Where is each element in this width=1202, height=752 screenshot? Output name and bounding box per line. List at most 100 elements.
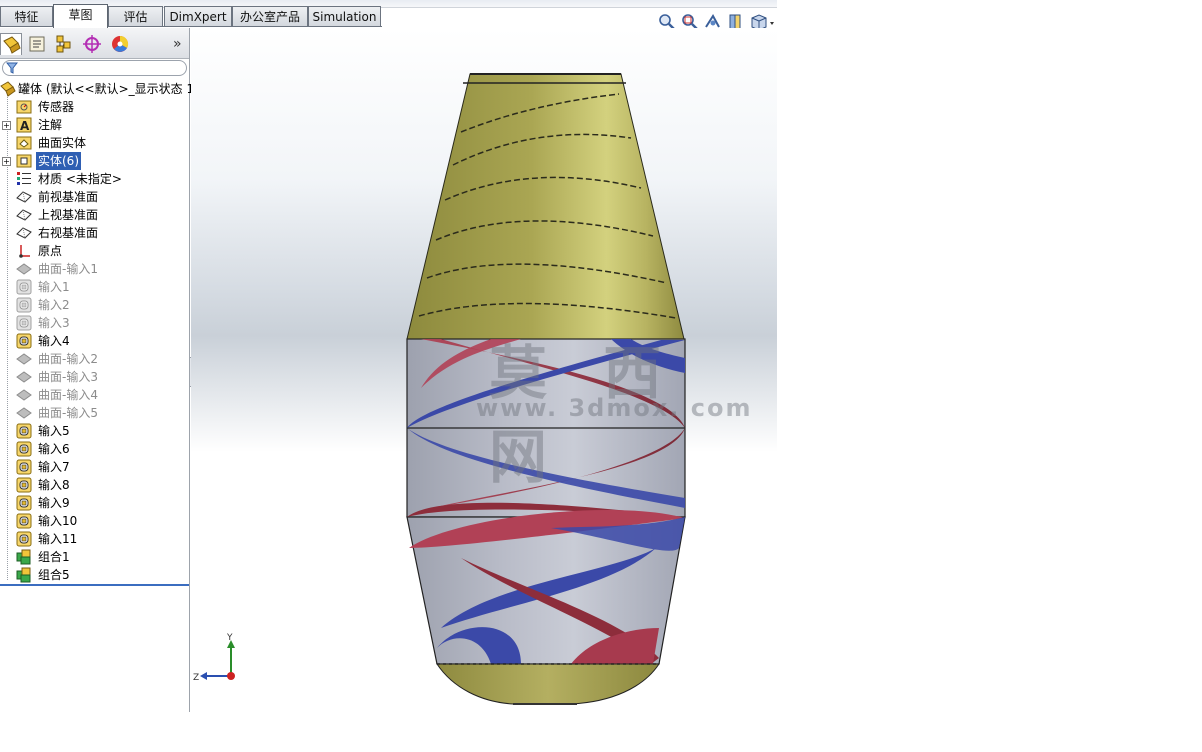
expand-toggle[interactable]: +: [2, 157, 11, 166]
tab-5[interactable]: 办公室产品: [232, 6, 308, 26]
tree-item-label: 组合5: [38, 568, 70, 582]
dimxpert-manager-icon[interactable]: [81, 33, 103, 55]
tree-item[interactable]: 右视基准面: [0, 224, 189, 242]
tree-item-label: 输入2: [38, 298, 70, 312]
triad-z-label: Z: [193, 673, 199, 683]
panel-more-button[interactable]: »: [173, 36, 182, 52]
tree-item[interactable]: 传感器: [0, 98, 189, 116]
tree-item[interactable]: 罐体 (默认<<默认>_显示状态 1: [0, 80, 194, 98]
tree-item[interactable]: 输入8: [0, 476, 189, 494]
combine-feature-icon: [16, 549, 32, 565]
surface-body-folder-icon: [16, 135, 32, 151]
tree-item[interactable]: 曲面-输入3: [0, 368, 189, 386]
tab-3[interactable]: 评估: [108, 6, 163, 26]
import-feature-icon: [16, 477, 32, 493]
tree-item-label: 右视基准面: [38, 226, 99, 240]
tree-item-label: 曲面-输入3: [38, 370, 98, 384]
tree-item[interactable]: 输入7: [0, 458, 189, 476]
tree-item-label: 输入10: [38, 514, 78, 528]
tree-item[interactable]: + A 注解: [0, 116, 189, 134]
tab-1[interactable]: 特征: [0, 6, 53, 26]
configuration-manager-icon[interactable]: [53, 33, 75, 55]
svg-text:A: A: [20, 119, 30, 133]
part-icon: [0, 81, 16, 97]
tree-item-label: 原点: [38, 244, 63, 258]
tree-item-label: 前视基准面: [38, 190, 99, 204]
expand-toggle[interactable]: +: [2, 121, 11, 130]
import-feature-icon: [16, 315, 32, 331]
tree-item-label: 输入4: [38, 334, 70, 348]
tree-item-label: 传感器: [38, 100, 75, 114]
tree-item[interactable]: 输入3: [0, 314, 189, 332]
origin-icon: [16, 243, 32, 259]
import-feature-icon: [16, 459, 32, 475]
tree-item[interactable]: 曲面实体: [0, 134, 189, 152]
tree-item[interactable]: 原点: [0, 242, 189, 260]
tree-item[interactable]: 组合5: [0, 566, 189, 584]
plane-icon: [16, 189, 32, 205]
combine-feature-icon: [16, 567, 32, 583]
panel-tab-strip: »: [0, 28, 189, 59]
tree-item-label: 材质 <未指定>: [38, 172, 122, 186]
import-feature-icon: [16, 423, 32, 439]
tree-item-label: 罐体 (默认<<默认>_显示状态 1: [18, 82, 195, 96]
tree-item[interactable]: 输入4: [0, 332, 189, 350]
tree-item[interactable]: 组合1: [0, 548, 189, 566]
bottom-head[interactable]: [436, 663, 660, 705]
import-feature-icon: [16, 495, 32, 511]
tree-item-label: 输入5: [38, 424, 70, 438]
tree-item[interactable]: 输入9: [0, 494, 189, 512]
coordinate-triad: Y Z: [193, 633, 235, 683]
material-icon: [16, 171, 32, 187]
tree-item-label: 实体(6): [36, 152, 81, 170]
solidworks-window: 特征 草图 评估 DimXpert 办公室产品 Simulation » 罐体 …: [0, 0, 777, 712]
tree-item[interactable]: 输入5: [0, 422, 189, 440]
tab-2[interactable]: 草图: [53, 4, 108, 28]
tree-item[interactable]: + 实体(6): [0, 152, 189, 170]
tree-item[interactable]: 曲面-输入1: [0, 260, 189, 278]
tree-item[interactable]: 曲面-输入2: [0, 350, 189, 368]
tree-item-label: 组合1: [38, 550, 70, 564]
tree-item[interactable]: 输入2: [0, 296, 189, 314]
surface-feature-icon: [16, 369, 32, 385]
graphics-area[interactable]: 莫 西 网 www. 3dmox. com: [191, 28, 777, 712]
tree-item[interactable]: 输入10: [0, 512, 189, 530]
tree-item-label: 输入9: [38, 496, 70, 510]
tab-6[interactable]: Simulation: [308, 6, 381, 26]
tree-item-label: 曲面-输入5: [38, 406, 98, 420]
tree-item[interactable]: 前视基准面: [0, 188, 189, 206]
tree-item[interactable]: 曲面-输入5: [0, 404, 189, 422]
property-manager-icon[interactable]: [26, 33, 48, 55]
tree-item-label: 输入6: [38, 442, 70, 456]
tree-item[interactable]: 上视基准面: [0, 206, 189, 224]
tab-4[interactable]: DimXpert: [164, 6, 232, 26]
tree-filter-input[interactable]: [2, 60, 187, 76]
solid-body-folder-icon: [16, 153, 32, 169]
tree-item[interactable]: 输入6: [0, 440, 189, 458]
feature-manager-icon[interactable]: [0, 33, 22, 55]
filter-icon: [6, 62, 18, 74]
tree-item[interactable]: 输入11: [0, 530, 189, 548]
import-feature-icon: [16, 297, 32, 313]
tree-item-label: 上视基准面: [38, 208, 99, 222]
import-feature-icon: [16, 531, 32, 547]
panel-bottom-rule: [0, 584, 189, 586]
import-feature-icon: [16, 333, 32, 349]
tree-item[interactable]: 输入1: [0, 278, 189, 296]
tree-item-label: 输入1: [38, 280, 70, 294]
tree-item[interactable]: 曲面-输入4: [0, 386, 189, 404]
triad-y-label: Y: [226, 633, 233, 643]
surface-feature-icon: [16, 387, 32, 403]
surface-feature-icon: [16, 405, 32, 421]
plane-icon: [16, 225, 32, 241]
tree-item-label: 输入8: [38, 478, 70, 492]
tree-item[interactable]: 材质 <未指定>: [0, 170, 189, 188]
upper-cone[interactable]: [406, 73, 685, 340]
tree-item-label: 曲面-输入4: [38, 388, 98, 402]
watermark-url: www. 3dmox. com: [476, 394, 753, 422]
tree-item-label: 输入11: [38, 532, 78, 546]
tree-item-label: 注解: [38, 118, 63, 132]
plane-icon: [16, 207, 32, 223]
display-manager-icon[interactable]: [109, 33, 131, 55]
sensor-folder-icon: [16, 99, 32, 115]
